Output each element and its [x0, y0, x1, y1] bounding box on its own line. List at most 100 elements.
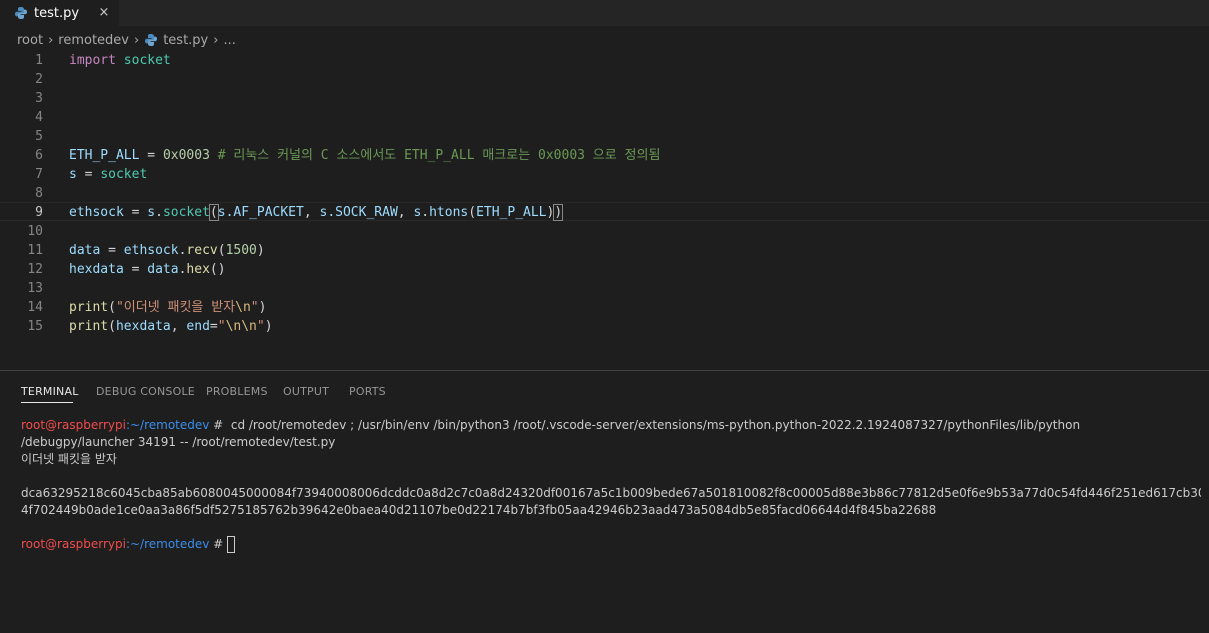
line-number: 8	[35, 186, 43, 201]
variable-token: hexdata	[69, 262, 124, 277]
function-token: hex	[186, 262, 210, 277]
chevron-right-icon: ›	[134, 32, 140, 48]
string-token: "	[250, 300, 259, 315]
variable-token: ETH_P_ALL	[69, 148, 140, 163]
line-number: 7	[35, 167, 43, 182]
tab-test-py[interactable]: test.py ×	[0, 0, 119, 26]
line-number: 1	[35, 53, 43, 68]
breadcrumb-item-file[interactable]: test.py	[163, 33, 208, 48]
breadcrumb-item-root[interactable]: root	[17, 33, 43, 48]
tab-terminal[interactable]: TERMINAL	[21, 385, 79, 398]
prompt-symbol: #	[209, 537, 228, 551]
code-line: 4	[0, 108, 1209, 127]
variable-token: ETH_P_ALL	[476, 205, 547, 220]
bracket-token: ()	[209, 262, 226, 277]
code-line: 13	[0, 279, 1209, 298]
bracket-token: (	[468, 205, 477, 220]
line-number: 15	[27, 319, 43, 334]
function-token: print	[69, 300, 109, 315]
prompt-user: root@raspberrypi	[21, 537, 126, 551]
line-number: 2	[35, 72, 43, 87]
function-token: recv	[186, 243, 218, 258]
line-number: 14	[27, 300, 43, 315]
editor-tab-bar: test.py ×	[0, 0, 1209, 26]
string-token: "이더넷 패킷을 받자	[115, 300, 236, 315]
code-line: 1 import socket	[0, 51, 1209, 70]
tab-ports[interactable]: PORTS	[349, 385, 386, 398]
variable-token: ethsock	[69, 205, 124, 220]
tab-problems[interactable]: PROBLEMS	[206, 385, 268, 398]
code-line: 8	[0, 184, 1209, 203]
code-editor[interactable]: 1 import socket 2 3 4 5 6 ETH_P_ALL = 0x…	[0, 50, 1209, 370]
line-number: 4	[35, 110, 43, 125]
operator-token: =	[100, 243, 124, 258]
line-number: 13	[27, 281, 43, 296]
line-number: 3	[35, 91, 43, 106]
prompt-path: :~/remotedev	[125, 537, 210, 551]
attribute-token: .SOCK_RAW	[327, 205, 398, 220]
attribute-token: .AF_PACKET	[225, 205, 304, 220]
operator-token: =	[139, 148, 163, 163]
line-number: 10	[27, 224, 43, 239]
variable-token: s	[217, 205, 226, 220]
bracket-token: )	[256, 243, 265, 258]
escape-token: \n	[235, 300, 251, 315]
breadcrumb-item-symbols[interactable]: ...	[223, 33, 235, 48]
tab-output[interactable]: OUTPUT	[283, 385, 329, 398]
operator-token: =	[209, 319, 218, 334]
breadcrumb: root › remotedev › test.py › ...	[0, 29, 236, 51]
operator-token: =	[76, 167, 101, 182]
operator-token: ,	[170, 319, 187, 334]
terminal-line: 4f702449b0ade1ce0aa3a86f5df5275185762b39…	[21, 503, 937, 517]
line-number: 12	[27, 262, 43, 277]
bracket-token: )	[264, 319, 273, 334]
code-line: 2	[0, 70, 1209, 89]
line-number: 6	[35, 148, 43, 163]
comment-token: # 리눅스 커널의 C 소스에서도 ETH_P_ALL 매크로는 0x0003 …	[209, 148, 661, 163]
variable-token: data	[147, 262, 179, 277]
code-line-active: 9 ethsock = s.socket(s.AF_PACKET, s.SOCK…	[0, 202, 1209, 221]
variable-token: s	[69, 167, 77, 182]
parameter-token: end	[186, 319, 210, 334]
module-token: socket	[123, 53, 171, 68]
number-token: 1500	[225, 243, 257, 258]
code-line: 14 print("이더넷 패킷을 받자\n")	[0, 298, 1209, 317]
active-tab-indicator	[21, 402, 73, 403]
code-line: 6 ETH_P_ALL = 0x0003 # 리눅스 커널의 C 소스에서도 E…	[0, 146, 1209, 165]
function-token: htons	[429, 205, 469, 220]
operator-token: =	[123, 262, 148, 277]
bracket-token: )	[258, 300, 267, 315]
line-number: 11	[27, 243, 43, 258]
python-file-icon	[15, 7, 27, 19]
breadcrumb-item-remotedev[interactable]: remotedev	[58, 33, 129, 48]
prompt-path: :~/remotedev	[125, 418, 210, 432]
terminal-line: 이더넷 패킷을 받자	[21, 452, 117, 466]
variable-token: data	[69, 243, 101, 258]
variable-token: s	[147, 205, 156, 220]
module-token: socket	[100, 167, 148, 182]
prompt-symbol: #	[209, 418, 228, 432]
operator-token: ,	[397, 205, 414, 220]
terminal-line: root@raspberrypi:~/remotedev #	[21, 536, 1201, 553]
bracket-token: (	[208, 204, 219, 221]
code-line: 7 s = socket	[0, 165, 1209, 184]
panel-tab-bar: TERMINAL DEBUG CONSOLE PROBLEMS OUTPUT P…	[0, 371, 1209, 411]
chevron-right-icon: ›	[48, 32, 54, 48]
prompt-user: root@raspberrypi	[21, 418, 126, 432]
bracket-token: (	[108, 319, 116, 334]
terminal-line: dca63295218c6045cba85ab6080045000084f739…	[21, 486, 1201, 500]
close-icon[interactable]: ×	[95, 4, 113, 22]
operator-token: .	[421, 205, 430, 220]
terminal-output[interactable]: root@raspberrypi:~/remotedev # cd /root/…	[21, 417, 1201, 553]
operator-token: =	[123, 205, 148, 220]
operator-token: .	[155, 205, 163, 220]
variable-token: ethsock	[123, 243, 179, 258]
function-token: print	[69, 319, 109, 334]
python-file-icon	[145, 34, 158, 46]
bottom-panel: TERMINAL DEBUG CONSOLE PROBLEMS OUTPUT P…	[0, 370, 1209, 633]
terminal-line: /debugpy/launcher 34191 -- /root/remoted…	[21, 435, 336, 449]
tab-debug-console[interactable]: DEBUG CONSOLE	[96, 385, 195, 398]
operator-token: ,	[303, 205, 320, 220]
